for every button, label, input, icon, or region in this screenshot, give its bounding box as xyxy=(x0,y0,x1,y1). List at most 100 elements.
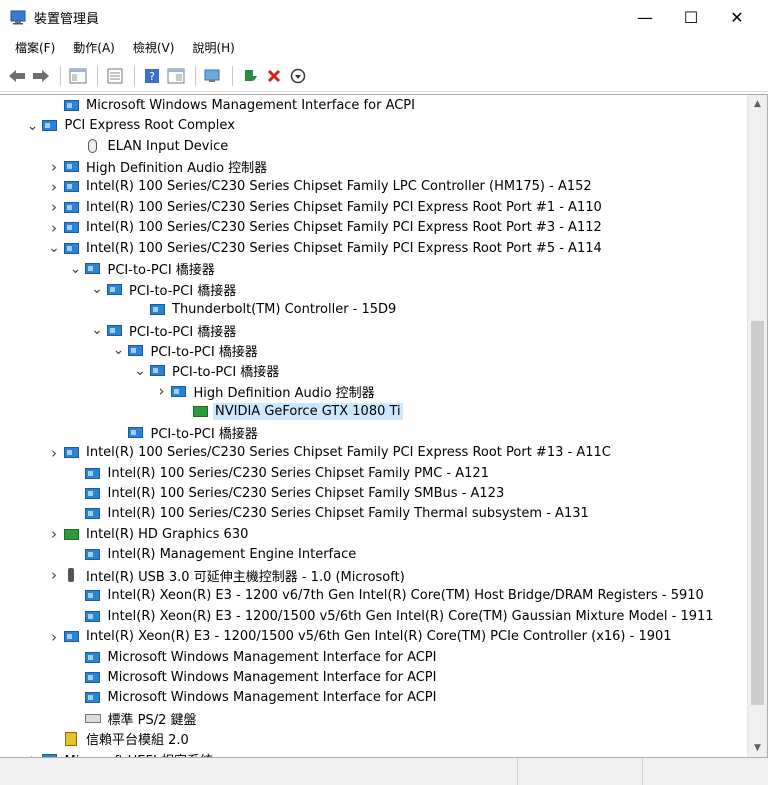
console-tree-icon[interactable] xyxy=(67,65,89,87)
tree-item[interactable]: Intel(R) 100 Series/C230 Series Chipset … xyxy=(0,504,745,524)
tree-item[interactable]: ⌄ PCI-to-PCI 橋接器 xyxy=(0,259,745,279)
scrollbar-thumb[interactable] xyxy=(751,321,764,705)
tree-item[interactable]: Intel(R) Xeon(R) E3 - 1200/1500 v5/6th G… xyxy=(0,606,745,626)
usb-icon xyxy=(62,567,80,583)
device-manager-icon xyxy=(10,9,26,25)
forward-icon[interactable] xyxy=(30,65,52,87)
tree-item[interactable]: ⌄ Intel(R) 100 Series/C230 Series Chipset… xyxy=(0,238,745,258)
update-driver-icon[interactable] xyxy=(239,65,261,87)
device-icon xyxy=(84,690,102,706)
toolbar-separator xyxy=(97,65,98,86)
tree-item[interactable]: Intel(R) Management Engine Interface xyxy=(0,545,745,565)
toolbar-separator xyxy=(134,65,135,86)
tree-item[interactable]: Thunderbolt(TM) Controller - 15D9 xyxy=(0,299,745,319)
disable-icon[interactable] xyxy=(287,65,309,87)
uninstall-icon[interactable] xyxy=(263,65,285,87)
menu-action[interactable]: 動作(A) xyxy=(64,37,124,59)
security-chip-icon xyxy=(62,731,80,747)
tree-item[interactable]: › Intel(R) 100 Series/C230 Series Chipset… xyxy=(0,218,745,238)
tree-item[interactable]: 信賴平台模組 2.0 xyxy=(0,729,745,749)
tree-item-label: Intel(R) 100 Series/C230 Series Chipset … xyxy=(86,240,602,256)
display-adapter-icon xyxy=(62,526,80,542)
back-icon[interactable] xyxy=(6,65,28,87)
menu-file[interactable]: 檔案(F) xyxy=(6,37,64,59)
expand-icon[interactable]: › xyxy=(46,525,62,543)
tree-item[interactable]: › Intel(R) 100 Series/C230 Series Chipset… xyxy=(0,197,745,217)
tree-item[interactable]: Intel(R) 100 Series/C230 Series Chipset … xyxy=(0,483,745,503)
tree-item-label: High Definition Audio 控制器 xyxy=(193,385,375,401)
expand-icon[interactable]: › xyxy=(46,566,62,584)
tree-item[interactable]: › Intel(R) Xeon(R) E3 - 1200/1500 v5/6th … xyxy=(0,626,745,646)
expand-icon[interactable]: › xyxy=(46,219,62,237)
expand-icon[interactable]: › xyxy=(46,158,62,176)
tree-item[interactable]: Intel(R) 100 Series/C230 Series Chipset … xyxy=(0,463,745,483)
expand-icon[interactable]: › xyxy=(46,444,62,462)
collapse-icon[interactable]: ⌄ xyxy=(111,342,127,358)
collapse-icon[interactable]: ⌄ xyxy=(132,363,148,379)
tree-item[interactable]: › High Definition Audio 控制器 xyxy=(0,156,745,177)
tree-item[interactable]: ⌄ PCI-to-PCI 橋接器 xyxy=(0,320,745,340)
vertical-scrollbar[interactable]: ▲ ▼ xyxy=(747,95,767,757)
tree-item[interactable]: NVIDIA GeForce GTX 1080 Ti xyxy=(0,402,745,422)
tree-item[interactable]: ⌄ PCI-to-PCI 橋接器 xyxy=(0,361,745,381)
tree-item-label: PCI-to-PCI 橋接器 xyxy=(129,324,237,340)
tree-item[interactable]: PCI-to-PCI 橋接器 xyxy=(0,422,745,442)
tree-item[interactable]: Microsoft Windows Management Interface f… xyxy=(0,688,745,708)
collapse-icon[interactable]: ⌄ xyxy=(68,261,84,277)
minimize-button[interactable]: — xyxy=(622,0,668,34)
tree-item[interactable]: ELAN Input Device xyxy=(0,136,745,156)
menu-help[interactable]: 說明(H) xyxy=(183,37,243,59)
scan-hardware-icon[interactable] xyxy=(202,65,224,87)
tree-item[interactable]: › Intel(R) USB 3.0 可延伸主機控制器 - 1.0 (Micros… xyxy=(0,565,745,585)
device-icon xyxy=(84,506,102,522)
tree-item[interactable]: ⌄ PCI-to-PCI 橋接器 xyxy=(0,340,745,360)
help-icon[interactable]: ? xyxy=(141,65,163,87)
tree-item-label: Intel(R) Xeon(R) E3 - 1200/1500 v5/6th G… xyxy=(107,608,714,624)
tree-item-label: Microsoft Windows Management Interface f… xyxy=(107,690,437,706)
tree-item[interactable]: › Intel(R) 100 Series/C230 Series Chipset… xyxy=(0,177,745,197)
tree-item[interactable]: Intel(R) Xeon(R) E3 - 1200 v6/7th Gen In… xyxy=(0,586,745,606)
tree-item[interactable]: ⌄ PCI-to-PCI 橋接器 xyxy=(0,279,745,299)
scroll-down-icon[interactable]: ▼ xyxy=(748,739,767,757)
mouse-icon xyxy=(84,138,102,154)
expand-icon[interactable]: › xyxy=(46,628,62,646)
tree-item[interactable]: Microsoft Windows Management Interface f… xyxy=(0,667,745,687)
expand-icon[interactable]: › xyxy=(154,382,170,400)
collapse-icon[interactable]: ⌄ xyxy=(89,281,105,297)
tree-item[interactable]: Microsoft Windows Management Interface f… xyxy=(0,95,745,115)
device-icon xyxy=(84,465,102,481)
tree-item-label: Intel(R) 100 Series/C230 Series Chipset … xyxy=(86,199,602,215)
expand-icon[interactable]: › xyxy=(46,178,62,196)
keyboard-icon xyxy=(84,710,102,726)
expand-icon[interactable]: › xyxy=(46,198,62,216)
scroll-up-icon[interactable]: ▲ xyxy=(748,95,767,113)
device-icon xyxy=(105,281,123,297)
tree-item-label: 信賴平台模組 2.0 xyxy=(86,733,189,749)
tree-item[interactable]: › High Definition Audio 控制器 xyxy=(0,381,745,401)
view-icon[interactable] xyxy=(165,65,187,87)
collapse-icon[interactable]: ⌄ xyxy=(89,322,105,338)
tree-item[interactable]: Microsoft Windows Management Interface f… xyxy=(0,647,745,667)
tree-item[interactable]: › Intel(R) HD Graphics 630 xyxy=(0,524,745,544)
collapse-icon[interactable]: ⌄ xyxy=(25,118,41,134)
device-icon xyxy=(148,302,166,318)
tree-item[interactable]: › Intel(R) 100 Series/C230 Series Chipset… xyxy=(0,442,745,462)
expand-icon[interactable]: › xyxy=(25,750,41,757)
properties-icon[interactable] xyxy=(104,65,126,87)
tree-item-label: Intel(R) 100 Series/C230 Series Chipset … xyxy=(107,486,505,502)
maximize-button[interactable]: ☐ xyxy=(668,0,714,34)
close-button[interactable]: ✕ xyxy=(714,0,760,34)
tree-item[interactable]: › Microsoft UEFI 相容系統 xyxy=(0,749,745,757)
menu-view[interactable]: 檢視(V) xyxy=(124,37,184,59)
device-icon xyxy=(105,322,123,338)
tree-item[interactable]: 標準 PS/2 鍵盤 xyxy=(0,708,745,728)
collapse-icon[interactable]: ⌄ xyxy=(46,240,62,256)
tree-item[interactable]: ⌄ PCI Express Root Complex xyxy=(0,115,745,135)
